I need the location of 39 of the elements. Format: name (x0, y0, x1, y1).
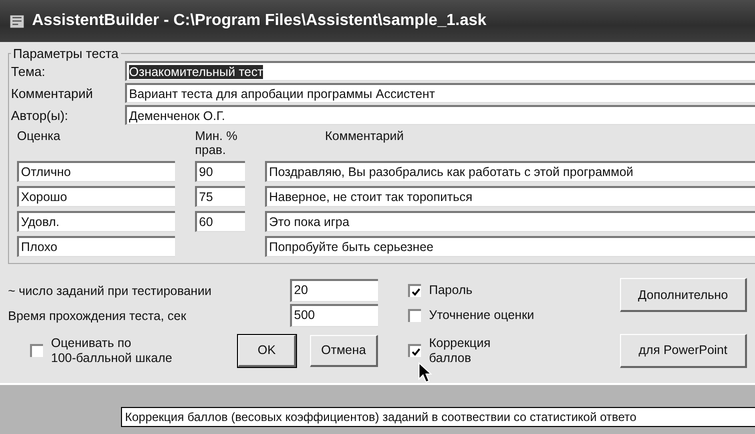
side-button[interactable]: Дополнительно (620, 278, 747, 312)
checkbox[interactable] (408, 284, 421, 297)
checkbox-label: Пароль (429, 283, 472, 298)
group-title: Параметры теста (12, 46, 120, 61)
side-button[interactable]: для PowerPoint (620, 334, 747, 368)
field-label: Комментарий (11, 86, 94, 100)
tooltip: Коррекция баллов (весовых коэффициентов) заданий в соотвествии со статистикой ответо (121, 407, 755, 427)
ok-button[interactable]: OK (238, 334, 296, 366)
field-label: Тема: (11, 64, 46, 78)
cancel-button[interactable]: Отмена (310, 334, 378, 366)
input-field[interactable]: Деменченок О.Г. (125, 105, 755, 125)
checkbox[interactable] (408, 344, 421, 357)
input-field[interactable]: Плохо (17, 236, 175, 257)
input-field[interactable]: 60 (195, 211, 245, 232)
checkbox-label: Уточнение оценки (429, 308, 534, 323)
window-title: AssistentBuilder - C:\Program Files\Assistent\sample_1.ask (32, 12, 486, 30)
checkbox-label: Оценивать по 100-балльной шкале (51, 336, 172, 366)
input-field[interactable]: 500 (290, 304, 378, 327)
input-field[interactable]: Ознакомительный тест (125, 61, 755, 81)
column-header: Оценка (17, 129, 62, 145)
input-field[interactable]: Попробуйте быть серьезнее (265, 236, 755, 257)
column-header: Мин. % прав. (195, 129, 238, 157)
input-field[interactable]: Поздравляю, Вы разобрались как работать с этой программой (265, 161, 755, 182)
input-field[interactable]: 75 (195, 186, 245, 207)
input-field[interactable]: Хорошо (17, 186, 175, 207)
field-label: Автор(ы): (11, 108, 70, 122)
input-field[interactable]: Наверное, не стоит так торопиться (265, 186, 755, 207)
input-field[interactable]: Вариант теста для апробации программы Ассистент (125, 83, 755, 103)
input-field[interactable]: Отлично (17, 161, 175, 182)
column-header: Комментарий (324, 129, 405, 145)
input-field[interactable]: 20 (290, 279, 378, 302)
checkbox-label: Коррекция баллов (429, 336, 490, 366)
checkbox[interactable] (408, 309, 421, 322)
input-field[interactable]: Это пока игра (265, 211, 755, 232)
checkbox[interactable] (30, 344, 43, 357)
field-label: ~ число заданий при тестировании (8, 284, 213, 298)
input-field[interactable]: 90 (195, 161, 245, 182)
field-label: Время прохождения теста, сек (8, 308, 188, 322)
input-field[interactable]: Удовл. (17, 211, 175, 232)
